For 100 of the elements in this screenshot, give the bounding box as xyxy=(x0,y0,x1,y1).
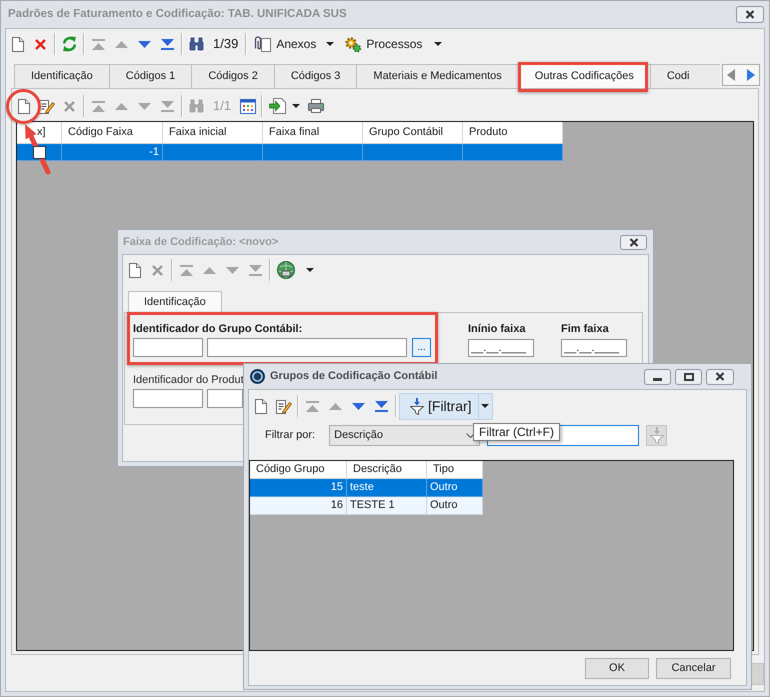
right-arrow-icon[interactable] xyxy=(747,69,755,81)
tab[interactable]: Materiais e Medicamentos xyxy=(357,64,519,88)
filter-by-dropdown[interactable]: Descrição xyxy=(329,425,480,446)
blank-page-icon xyxy=(18,98,30,114)
tooltip: Filtrar (Ctrl+F) xyxy=(473,423,560,441)
tab[interactable]: Códigos 3 xyxy=(274,64,358,88)
cancel-button[interactable]: Cancelar xyxy=(656,658,731,679)
blank-page-icon xyxy=(254,398,266,414)
range-field[interactable]: __.__.____ xyxy=(468,339,534,357)
table-cell: Outro xyxy=(427,497,483,515)
close-icon xyxy=(628,238,638,246)
column-header[interactable]: Grupo Contábil xyxy=(369,126,443,139)
page-pencil-icon xyxy=(276,398,292,414)
table-row[interactable]: 16 TESTE 1 Outro xyxy=(250,497,483,515)
table-cell: TESTE 1 xyxy=(347,497,427,515)
table-cell: 16 xyxy=(250,497,347,515)
checkbox[interactable] xyxy=(32,146,46,158)
funnel-icon xyxy=(650,427,664,444)
page-arrow-icon xyxy=(269,98,286,114)
table-row[interactable]: -1 xyxy=(17,144,563,161)
processes-menu-button[interactable]: Processos xyxy=(339,32,448,56)
column-header[interactable]: x] xyxy=(37,126,46,139)
binoculars-icon xyxy=(189,37,204,51)
close-icon xyxy=(715,372,725,381)
globe-icon xyxy=(277,261,295,279)
record-counter: 1/39 xyxy=(212,35,240,54)
column-header[interactable]: Código Faixa xyxy=(68,126,133,139)
caret-icon xyxy=(306,268,314,272)
top-arrow-icon xyxy=(180,264,193,276)
down-triangle-icon xyxy=(138,102,151,110)
column-header[interactable]: Faixa inicial xyxy=(169,126,226,139)
down-triangle-icon xyxy=(352,402,365,410)
bottom-arrow-icon xyxy=(161,38,174,50)
close-button[interactable] xyxy=(706,368,734,384)
x-icon xyxy=(151,264,164,276)
tab[interactable]: Códigos 1 xyxy=(110,64,192,88)
column-header[interactable]: Descrição xyxy=(353,463,402,476)
range-field[interactable]: __.__.____ xyxy=(561,339,627,357)
column-header[interactable]: Código Grupo xyxy=(256,463,324,476)
funnel-icon xyxy=(410,398,424,414)
product-name-field[interactable] xyxy=(207,389,243,408)
up-triangle-icon xyxy=(203,266,216,274)
browse-button[interactable]: ... xyxy=(412,338,431,357)
minimize-button[interactable] xyxy=(644,368,671,384)
product-code-field[interactable] xyxy=(133,389,203,408)
table-cell: -1 xyxy=(62,144,163,161)
bottom-arrow-icon xyxy=(249,264,262,276)
orb-icon xyxy=(250,369,265,384)
top-arrow-icon xyxy=(92,100,105,112)
group-name-field[interactable] xyxy=(207,338,407,357)
up-triangle-icon xyxy=(329,402,342,410)
paperclip-icon xyxy=(254,36,272,52)
refresh-icon xyxy=(62,36,77,52)
caret-icon xyxy=(292,104,300,108)
window-title: Faixa de Codificação: <novo> xyxy=(123,234,278,250)
x-icon xyxy=(63,100,76,112)
filter-button[interactable]: [Filtrar] xyxy=(399,392,479,420)
group-code-field[interactable] xyxy=(133,338,203,357)
minimize-icon xyxy=(653,378,662,380)
window-title: Padrões de Faturamento e Codificação: TAB. UNIFICADA SUS xyxy=(8,6,347,22)
up-triangle-icon xyxy=(115,102,128,110)
maximize-button[interactable] xyxy=(675,368,702,384)
column-header[interactable]: Tipo xyxy=(433,463,454,476)
binoculars-icon xyxy=(189,99,204,113)
page-pencil-icon xyxy=(38,98,54,114)
close-button[interactable] xyxy=(736,6,764,23)
caret-icon xyxy=(434,42,442,46)
field-label: Identificador do Produt xyxy=(133,373,244,387)
table-icon xyxy=(240,98,256,114)
filter-dropdown-button[interactable] xyxy=(478,392,493,420)
record-counter: 1/1 xyxy=(212,97,232,116)
caret-icon xyxy=(326,42,334,46)
bottom-arrow-icon xyxy=(375,400,388,412)
up-triangle-icon xyxy=(115,40,128,48)
printer-icon xyxy=(308,99,324,113)
x-icon xyxy=(34,38,47,50)
tab[interactable]: Identificação xyxy=(14,64,110,88)
blank-page-icon xyxy=(128,262,140,278)
column-header[interactable]: Faixa final xyxy=(269,126,320,139)
down-triangle-icon xyxy=(226,266,239,274)
field-label: Fim faixa xyxy=(561,322,609,336)
attachments-menu-button[interactable]: Anexos xyxy=(249,32,340,56)
gears-icon xyxy=(344,36,362,52)
column-header[interactable]: Produto xyxy=(469,126,508,139)
bottom-arrow-icon xyxy=(161,100,174,112)
caret-icon xyxy=(481,404,490,408)
tab[interactable]: Códigos 2 xyxy=(192,64,275,88)
table-row[interactable]: 15 teste Outro xyxy=(250,479,483,497)
maximize-icon xyxy=(684,372,694,380)
field-label: Inínio faixa xyxy=(468,322,526,336)
tab[interactable]: Codi xyxy=(650,64,720,88)
close-button[interactable] xyxy=(620,234,647,250)
ok-button[interactable]: OK xyxy=(585,658,649,679)
top-arrow-icon xyxy=(92,38,105,50)
down-triangle-icon xyxy=(138,40,151,48)
left-arrow-icon[interactable] xyxy=(727,69,735,81)
tab[interactable]: Identificação xyxy=(128,291,222,312)
field-label: Filtrar por: xyxy=(265,428,316,444)
top-arrow-icon xyxy=(306,400,319,412)
close-icon xyxy=(745,10,755,19)
